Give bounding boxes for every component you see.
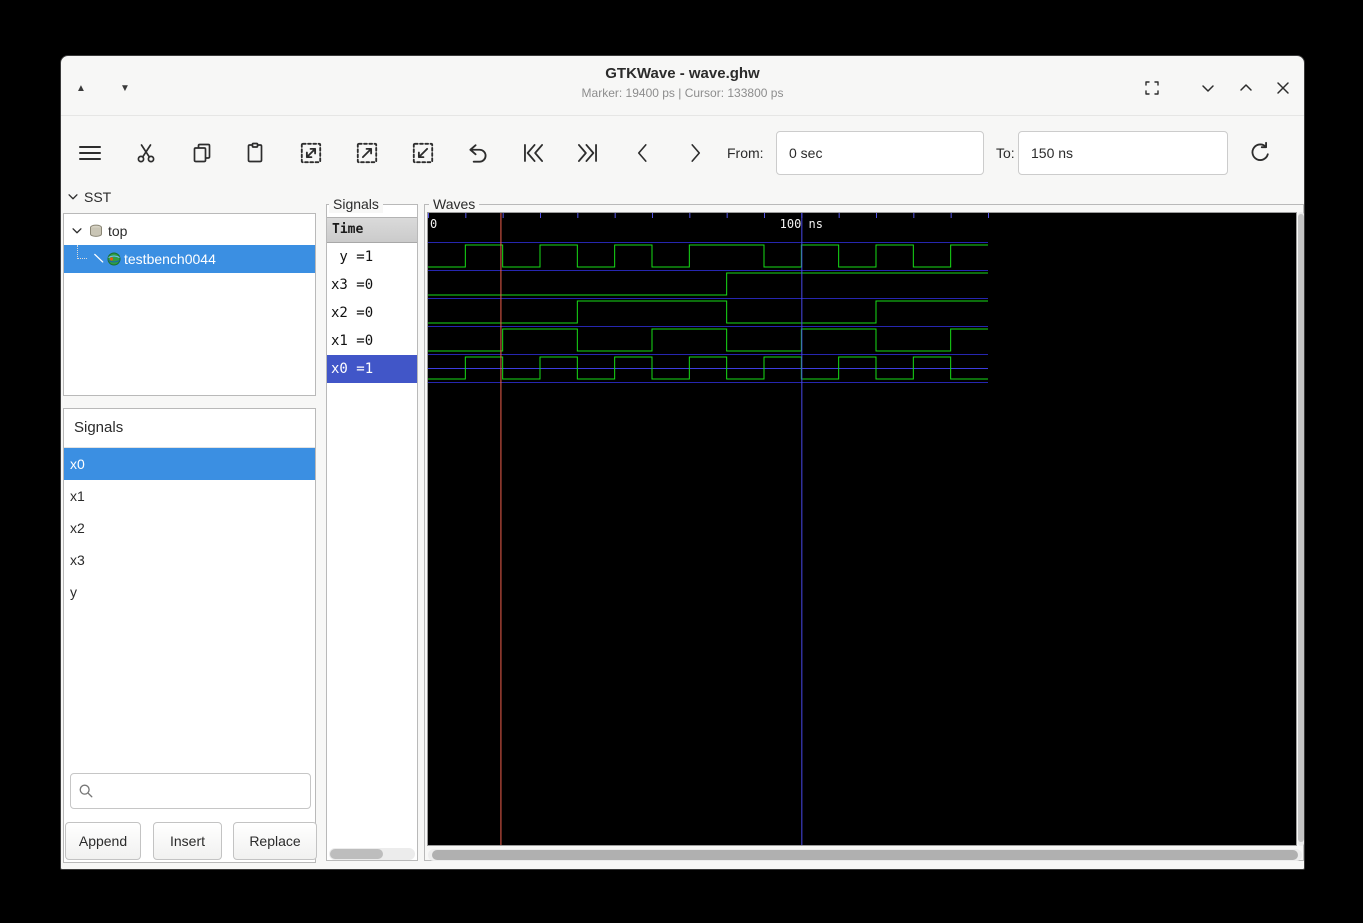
append-button[interactable]: Append xyxy=(65,822,141,860)
skip-to-end-icon xyxy=(577,144,597,162)
signal-search-input[interactable] xyxy=(70,773,311,809)
testbench-icon xyxy=(107,252,121,266)
zoom-in-button[interactable] xyxy=(349,135,385,171)
shift-right-button[interactable] xyxy=(678,135,714,171)
reload-icon xyxy=(1251,141,1269,161)
list-item-y[interactable]: y xyxy=(64,576,315,608)
to-time-input[interactable] xyxy=(1018,131,1228,175)
wave-name-x3[interactable]: x3 =0 xyxy=(327,271,417,299)
wave-canvas[interactable]: 0 100 ns xyxy=(428,213,1296,845)
list-item-x0[interactable]: x0 xyxy=(64,448,315,480)
from-time-input[interactable] xyxy=(776,131,984,175)
scrollbar-thumb[interactable] xyxy=(330,849,384,859)
wave-display: 0 100 ns xyxy=(427,212,1297,846)
restore-icon xyxy=(1145,81,1159,95)
undo-icon xyxy=(469,144,487,163)
wave-names-frame: Signals Time y =1 x3 =0 x2 =0 x1 =0 x0 =… xyxy=(326,195,418,861)
chevron-left-icon xyxy=(637,144,647,162)
unshade-button[interactable] xyxy=(1195,75,1221,101)
tree-item-top[interactable]: top xyxy=(64,217,315,245)
waves-frame-label: Waves xyxy=(429,195,480,213)
wave-name-x2[interactable]: x2 =0 xyxy=(327,299,417,327)
clipboard-icon xyxy=(247,142,263,163)
zoom-in-icon xyxy=(356,142,378,164)
sst-tree: top testbench0044 xyxy=(63,213,316,396)
menu-button[interactable] xyxy=(72,135,108,171)
list-item-x2[interactable]: x2 xyxy=(64,512,315,544)
cut-button[interactable] xyxy=(128,135,164,171)
zoom-fit-icon xyxy=(300,142,322,164)
zoom-to-end-button[interactable] xyxy=(567,135,609,171)
close-button[interactable] xyxy=(1270,75,1296,101)
wave-names-frame-label: Signals xyxy=(329,195,383,213)
copy-button[interactable] xyxy=(184,135,220,171)
triangle-down-icon: ▼ xyxy=(120,82,130,94)
wave-name-y[interactable]: y =1 xyxy=(327,243,417,271)
zoom-to-start-button[interactable] xyxy=(512,135,554,171)
titlebar: ▲ ▼ GTKWave - wave.ghw Marker: 19400 ps … xyxy=(61,56,1304,116)
scrollbar-thumb[interactable] xyxy=(432,850,1298,860)
chevron-down-icon xyxy=(1202,85,1214,92)
shift-left-button[interactable] xyxy=(624,135,660,171)
marker-cursor-status: Marker: 19400 ps | Cursor: 133800 ps xyxy=(581,86,784,100)
restore-button[interactable] xyxy=(1139,75,1165,101)
expander-right-icon xyxy=(94,253,104,263)
scrollbar-thumb[interactable] xyxy=(1298,214,1304,842)
tree-item-label: testbench0044 xyxy=(124,251,216,267)
names-horizontal-scrollbar[interactable] xyxy=(329,848,415,860)
tree-connector xyxy=(77,245,87,259)
shade-down-button[interactable]: ▼ xyxy=(112,75,138,101)
maximize-button[interactable] xyxy=(1233,75,1259,101)
svg-text:100 ns: 100 ns xyxy=(780,217,823,231)
tree-item-testbench[interactable]: testbench0044 xyxy=(64,245,315,273)
wave-name-rows: y =1 x3 =0 x2 =0 x1 =0 x0 =1 xyxy=(327,243,417,383)
chevron-right-icon xyxy=(691,144,701,162)
window-title: GTKWave - wave.ghw xyxy=(605,65,760,82)
signals-list: x0 x1 x2 x3 y xyxy=(64,448,315,608)
copy-icon xyxy=(193,143,211,163)
toolbar: From: To: xyxy=(61,116,1304,186)
zoom-out-button[interactable] xyxy=(405,135,441,171)
wave-name-x0[interactable]: x0 =1 xyxy=(327,355,417,383)
triangle-up-icon: ▲ xyxy=(76,82,86,94)
expander-down-icon xyxy=(68,194,78,200)
chevron-up-icon xyxy=(1240,84,1252,91)
sst-expander[interactable]: SST xyxy=(66,186,111,208)
reload-button[interactable] xyxy=(1242,135,1278,171)
skip-to-start-icon xyxy=(524,144,544,162)
time-column-header[interactable]: Time xyxy=(327,217,417,243)
module-icon xyxy=(90,224,102,237)
zoom-fit-button[interactable] xyxy=(293,135,329,171)
waves-horizontal-scrollbar[interactable] xyxy=(428,849,1302,861)
expander-down-icon xyxy=(72,228,82,234)
waves-vertical-scrollbar[interactable] xyxy=(1298,212,1304,846)
scissors-icon xyxy=(137,144,155,163)
waves-frame: Waves 0 100 ns xyxy=(424,195,1304,861)
signals-panel-title: Signals xyxy=(74,419,124,436)
svg-text:0: 0 xyxy=(430,217,437,231)
to-label: To: xyxy=(996,145,1015,161)
search-icon xyxy=(79,784,93,798)
list-item-x3[interactable]: x3 xyxy=(64,544,315,576)
sst-label: SST xyxy=(84,189,112,205)
insert-button[interactable]: Insert xyxy=(153,822,222,860)
wave-name-x1[interactable]: x1 =0 xyxy=(327,327,417,355)
list-item-x1[interactable]: x1 xyxy=(64,480,315,512)
zoom-out-icon xyxy=(412,142,434,164)
hamburger-menu-icon xyxy=(79,146,101,160)
replace-button[interactable]: Replace xyxy=(233,822,317,860)
close-icon xyxy=(1277,82,1289,94)
shade-up-button[interactable]: ▲ xyxy=(68,75,94,101)
from-label: From: xyxy=(727,145,764,161)
gtkwave-window: ▲ ▼ GTKWave - wave.ghw Marker: 19400 ps … xyxy=(60,55,1305,870)
undo-button[interactable] xyxy=(460,135,496,171)
paste-button[interactable] xyxy=(237,135,273,171)
tree-item-label: top xyxy=(108,223,128,239)
signals-panel: Signals x0 x1 x2 x3 y Append Insert Repl… xyxy=(63,408,317,863)
